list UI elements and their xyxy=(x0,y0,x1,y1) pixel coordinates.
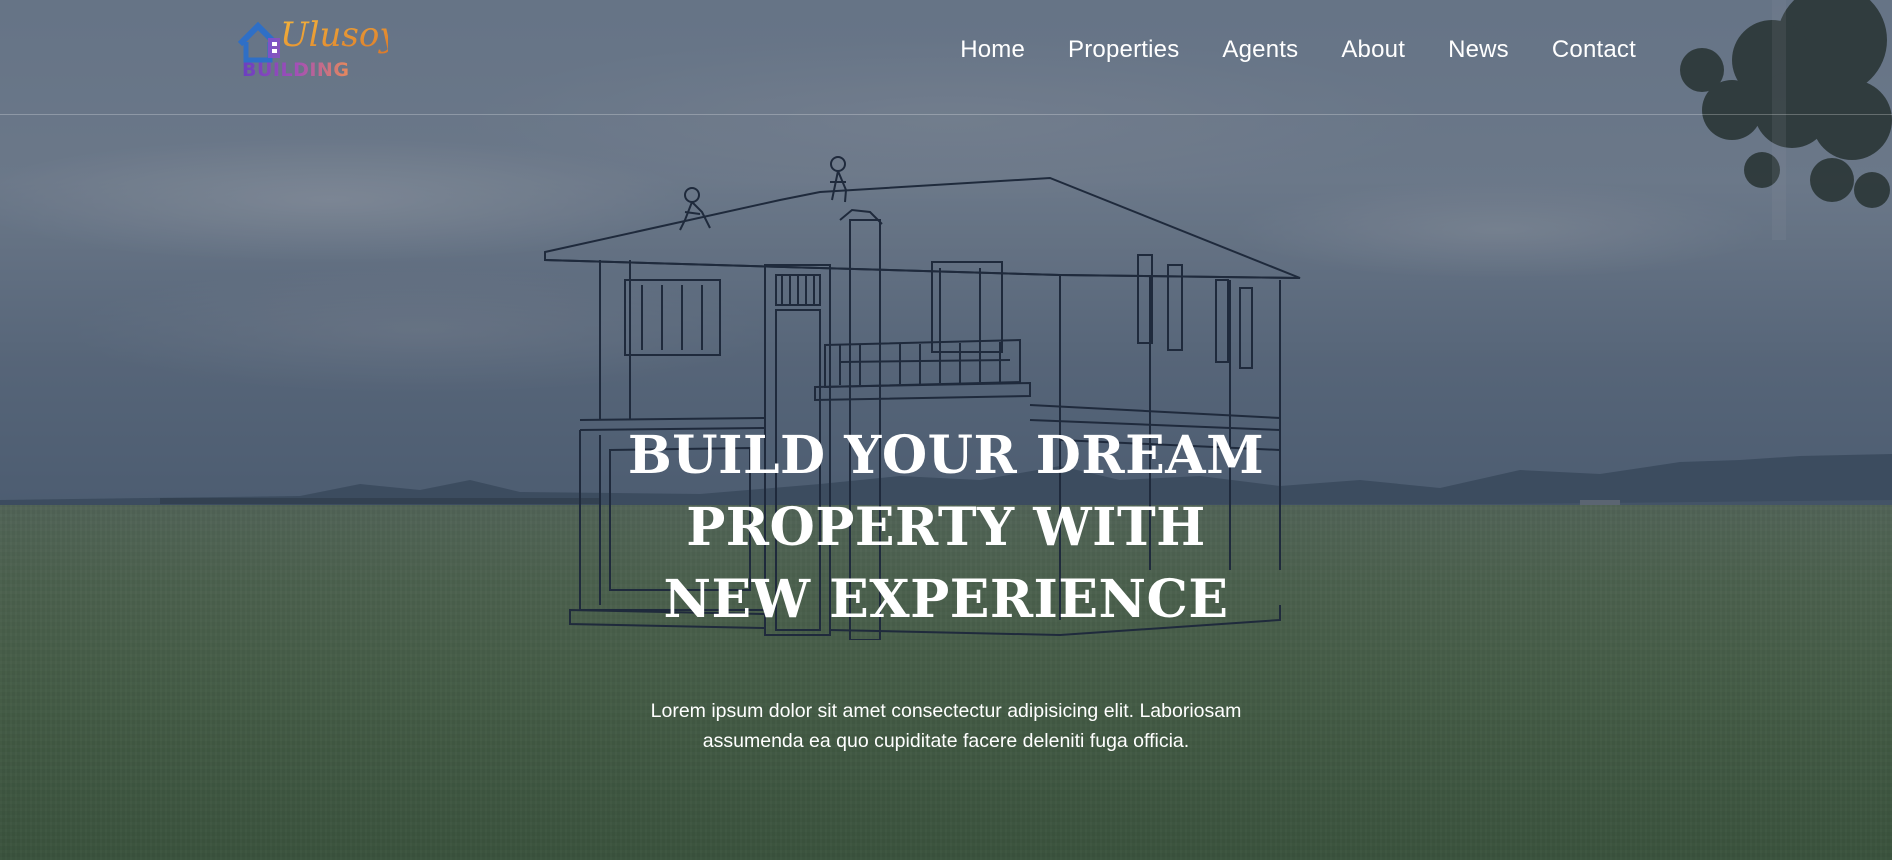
hero-section: BUILD YOUR DREAM PROPERTY WITH NEW EXPER… xyxy=(0,420,1892,756)
nav-link-contact[interactable]: Contact xyxy=(1552,36,1636,63)
hero-title: BUILD YOUR DREAM PROPERTY WITH NEW EXPER… xyxy=(627,425,1265,630)
house-icon: Ulusoy BUILDING xyxy=(238,15,388,80)
nav-link-properties[interactable]: Properties xyxy=(1068,36,1179,63)
nav-link-about[interactable]: About xyxy=(1341,36,1405,63)
hero-subtitle: Lorem ipsum dolor sit amet consectectur … xyxy=(650,700,1242,752)
nav-link-news[interactable]: News xyxy=(1448,36,1509,63)
nav-link-agents[interactable]: Agents xyxy=(1222,36,1298,63)
brand-logo[interactable]: Ulusoy BUILDING xyxy=(238,12,388,80)
site-header: Ulusoy BUILDING Home Properties Agents A… xyxy=(0,0,1892,115)
nav-list: Home Properties Agents About News Contac… xyxy=(960,36,1636,64)
nav-link-home[interactable]: Home xyxy=(960,36,1025,63)
logo-wordmark: BUILDING xyxy=(242,59,349,80)
logo-script-text: Ulusoy xyxy=(280,15,388,55)
